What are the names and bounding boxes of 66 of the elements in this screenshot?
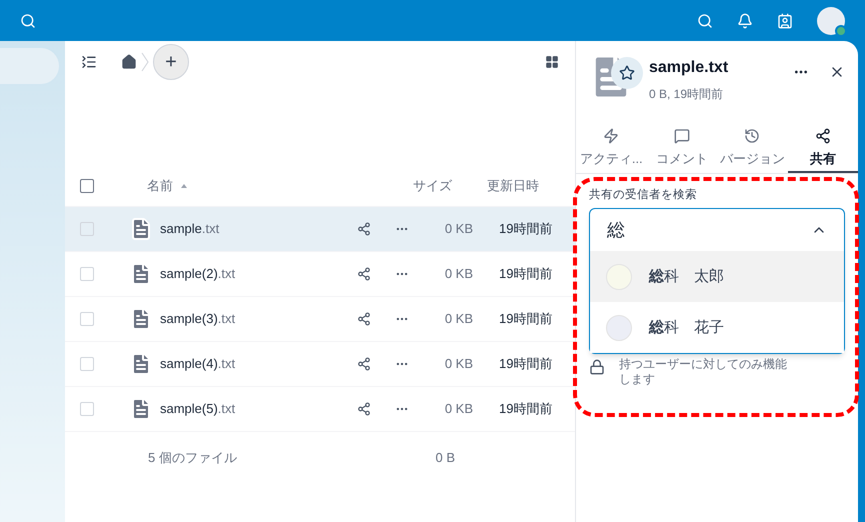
menu-icon[interactable] <box>81 54 97 70</box>
note-text: します <box>619 372 656 388</box>
sort-ascending-icon <box>181 184 187 188</box>
star-icon <box>619 65 635 81</box>
recipient-search-field[interactable]: 総 <box>607 216 811 244</box>
row-checkbox[interactable] <box>80 267 94 281</box>
row-checkbox[interactable] <box>80 222 94 236</box>
file-modified: 19時間前 <box>498 265 554 284</box>
lock-icon <box>589 359 605 376</box>
share-icon <box>814 128 831 144</box>
suggestion-name: 総科 花子 <box>649 318 724 338</box>
modified-column-header[interactable]: 更新日時 <box>473 176 575 196</box>
file-size: 0 KB <box>444 400 473 418</box>
avatar[interactable] <box>817 6 845 34</box>
tab[interactable]: コメント <box>646 125 717 173</box>
row-checkbox[interactable] <box>80 312 94 326</box>
suggestion-item[interactable]: 総科 太郎 <box>590 251 844 302</box>
grid-view-icon[interactable] <box>545 55 559 69</box>
share-icon[interactable] <box>357 312 371 326</box>
size-column-header[interactable]: サイズ <box>413 176 473 196</box>
lightning-icon <box>603 128 620 144</box>
new-button[interactable]: + <box>153 44 189 80</box>
search-icon[interactable] <box>697 12 713 28</box>
chevron-right-icon <box>141 52 149 72</box>
file-modified: 19時間前 <box>498 310 554 328</box>
document-icon <box>129 217 153 241</box>
name-column-header[interactable]: 名前 <box>147 176 173 196</box>
file-name[interactable]: sample(3).txt <box>160 309 236 329</box>
favorite-button[interactable] <box>611 57 643 89</box>
file-size: 0 KB <box>444 355 473 374</box>
note-text: 持つユーザーに対してのみ機能 <box>619 357 787 372</box>
tab[interactable]: バージョン <box>717 125 788 173</box>
contacts-icon[interactable] <box>777 12 793 28</box>
file-name[interactable]: sample.txt <box>160 219 220 239</box>
search-label: 共有の受信者を検索 <box>589 187 698 203</box>
tab[interactable]: 共有 <box>788 125 858 173</box>
file-size: 0 KB <box>444 220 473 238</box>
suggestion-item[interactable]: 総科 花子 <box>590 302 844 354</box>
file-row[interactable]: sample.txt 0 KB 19時間前 <box>65 207 575 252</box>
file-modified: 19時間前 <box>498 355 554 374</box>
total-size: 0 B <box>435 449 455 468</box>
share-icon[interactable] <box>357 222 371 236</box>
comment-icon <box>674 128 690 144</box>
tab[interactable]: アクティ... <box>576 125 646 173</box>
file-title: sample.txt <box>649 58 730 78</box>
share-icon[interactable] <box>357 357 371 371</box>
file-name[interactable]: sample(2).txt <box>160 264 236 284</box>
row-checkbox[interactable] <box>80 357 94 371</box>
suggestion-name: 総科 太郎 <box>649 266 724 286</box>
file-modified: 19時間前 <box>498 220 554 238</box>
row-checkbox[interactable] <box>80 402 94 416</box>
file-name[interactable]: sample(5).txt <box>160 399 236 419</box>
share-icon[interactable] <box>357 267 371 281</box>
file-name[interactable]: sample(4).txt <box>160 354 236 374</box>
file-count: 5 個のファイル <box>148 449 237 468</box>
share-icon[interactable] <box>357 402 371 416</box>
select-all-checkbox[interactable] <box>80 178 94 192</box>
recipient-dropdown[interactable]: 総 総科 太郎 総科 花子 <box>589 208 845 354</box>
history-icon <box>744 128 760 144</box>
file-modified: 19時間前 <box>498 400 554 418</box>
home-icon[interactable] <box>121 54 137 70</box>
file-size: 0 KB <box>444 265 473 284</box>
file-subtitle: 0 B, 19時間前 <box>649 86 724 103</box>
notification-icon[interactable] <box>737 12 753 28</box>
file-size: 0 KB <box>444 310 473 328</box>
search-icon[interactable] <box>20 12 36 28</box>
